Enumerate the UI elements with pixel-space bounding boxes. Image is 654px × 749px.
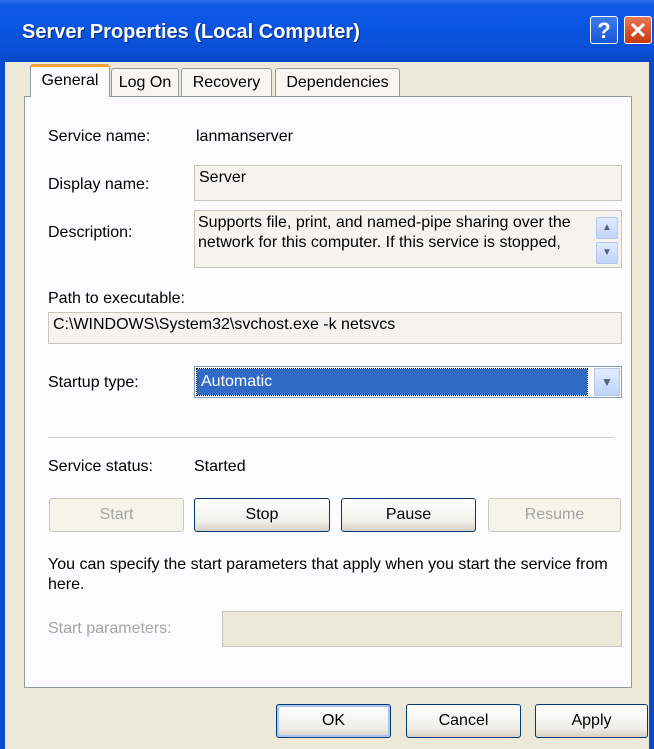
startup-type-value: Automatic xyxy=(196,368,588,396)
ok-button[interactable]: OK xyxy=(276,704,391,738)
service-status-value: Started xyxy=(194,458,246,475)
tab-recovery[interactable]: Recovery xyxy=(181,68,272,96)
start-params-note: You can specify the start parameters tha… xyxy=(48,556,608,593)
start-params-input[interactable] xyxy=(222,611,622,647)
window-frame-left xyxy=(0,62,5,749)
start-button[interactable]: Start xyxy=(49,498,184,532)
close-button[interactable]: ✕ xyxy=(624,16,652,44)
description-field[interactable]: Supports file, print, and named-pipe sha… xyxy=(194,210,622,268)
display-name-label: Display name: xyxy=(48,176,150,193)
startup-type-select[interactable]: Automatic ▼ xyxy=(194,366,622,398)
chevron-up-icon: ▲ xyxy=(602,222,612,233)
scroll-down-button[interactable]: ▼ xyxy=(596,242,618,264)
startup-type-label: Startup type: xyxy=(48,374,139,391)
title-bar: Server Properties (Local Computer) ? ✕ xyxy=(0,0,654,62)
pause-button[interactable]: Pause xyxy=(341,498,476,532)
apply-button[interactable]: Apply xyxy=(535,704,648,738)
help-button[interactable]: ? xyxy=(590,16,618,44)
path-label: Path to executable: xyxy=(48,290,185,307)
service-name-value: lanmanserver xyxy=(196,128,293,145)
scroll-up-button[interactable]: ▲ xyxy=(596,217,618,239)
chevron-down-icon: ▼ xyxy=(602,247,612,258)
service-status-label: Service status: xyxy=(48,458,153,475)
separator xyxy=(48,437,614,439)
close-icon: ✕ xyxy=(628,18,648,43)
path-field[interactable]: C:\WINDOWS\System32\svchost.exe -k netsv… xyxy=(48,312,622,344)
stop-button[interactable]: Stop xyxy=(194,498,330,532)
cancel-button[interactable]: Cancel xyxy=(406,704,521,738)
display-name-field[interactable]: Server xyxy=(194,165,622,201)
tab-dependencies[interactable]: Dependencies xyxy=(275,68,400,96)
resume-button[interactable]: Resume xyxy=(488,498,621,532)
start-params-label: Start parameters: xyxy=(48,620,172,637)
description-label: Description: xyxy=(48,224,133,241)
help-icon: ? xyxy=(597,18,611,43)
window-frame-right xyxy=(649,62,654,749)
window-title: Server Properties (Local Computer) xyxy=(22,21,360,43)
service-name-label: Service name: xyxy=(48,128,151,145)
tab-log-on[interactable]: Log On xyxy=(111,68,179,96)
chevron-down-icon: ▼ xyxy=(601,375,613,389)
dropdown-arrow-button[interactable]: ▼ xyxy=(594,368,620,396)
tab-general[interactable]: General xyxy=(30,64,110,97)
